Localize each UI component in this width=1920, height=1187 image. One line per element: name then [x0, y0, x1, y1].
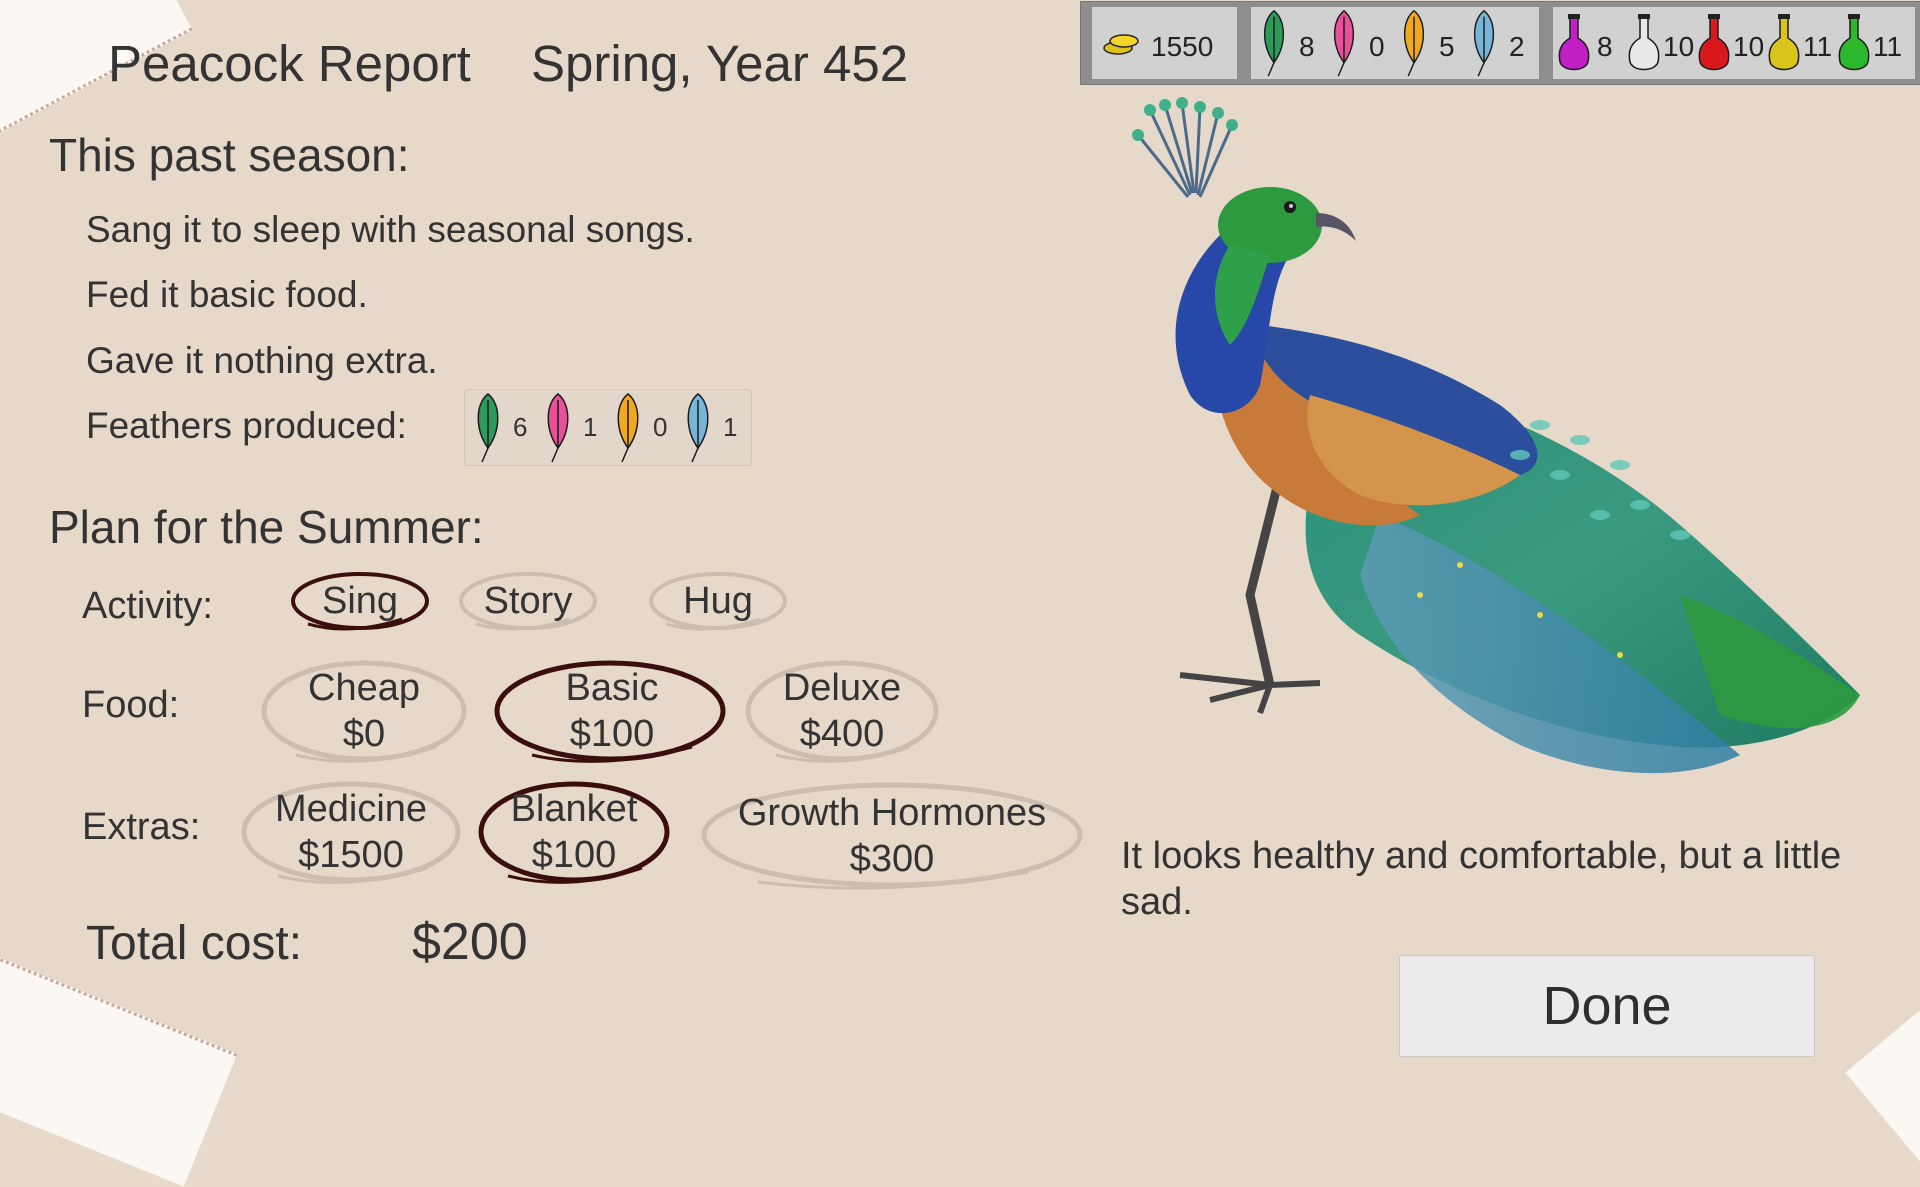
season-label: Spring, Year 452	[531, 35, 909, 92]
potion-stock-white-count: 10	[1663, 31, 1695, 62]
blue-feather-icon	[1473, 9, 1495, 77]
activity-option-sing-label: Sing	[321, 580, 399, 622]
food-option-basic[interactable]: Basic $100	[492, 655, 732, 767]
potion-stock-purple: 8	[1555, 7, 1625, 79]
extras-option-blanket-price: $100	[531, 834, 617, 876]
feather-pink-produced: 1	[541, 390, 597, 465]
gold-coins-icon	[1103, 34, 1139, 55]
feather-stock-pink-count: 0	[1369, 31, 1385, 62]
potion-stock-panel: 8 10 10 11 11	[1553, 7, 1915, 79]
past-activity-line: Sang it to sleep with seasonal songs.	[86, 209, 695, 250]
paper-corner-bottom-right	[1845, 995, 1920, 1165]
yellow-potion-icon	[1768, 14, 1800, 71]
orange-feather-icon	[1403, 9, 1425, 77]
feather-stock-pink: 0	[1327, 7, 1397, 79]
food-option-cheap-price: $0	[342, 713, 386, 755]
food-label: Food:	[82, 684, 180, 726]
food-option-deluxe-price: $400	[799, 713, 885, 755]
potion-stock-green: 11	[1835, 7, 1905, 79]
extras-option-blanket-name: Blanket	[510, 788, 638, 830]
feather-orange-produced-count: 0	[653, 412, 668, 442]
gold-count: 1550	[1151, 31, 1214, 62]
extras-option-medicine-price: $1500	[298, 834, 404, 876]
extras-label: Extras:	[82, 806, 201, 848]
feather-pink-produced-count: 1	[583, 412, 598, 442]
potion-stock-red-count: 10	[1733, 31, 1765, 62]
feather-stock-blue: 2	[1467, 7, 1537, 79]
peacock-illustration	[1120, 95, 1880, 805]
blue-feather-icon	[687, 393, 709, 463]
past-food-line: Fed it basic food.	[86, 274, 368, 315]
feather-stock-green: 8	[1257, 7, 1327, 79]
total-cost-label: Total cost:	[86, 917, 303, 970]
pink-feather-icon	[1333, 9, 1355, 77]
extras-option-medicine-name: Medicine	[274, 788, 428, 830]
past-season-heading: This past season:	[49, 129, 410, 181]
orange-feather-icon	[617, 393, 639, 463]
feather-stock-orange-count: 5	[1439, 31, 1455, 62]
feather-orange-produced: 0	[611, 390, 667, 465]
feather-stock-green-count: 8	[1299, 31, 1315, 62]
food-option-deluxe-name: Deluxe	[782, 667, 902, 709]
report-title: Peacock Report	[108, 35, 471, 92]
extras-option-growth-hormones-name: Growth Hormones	[737, 792, 1047, 834]
activity-option-story[interactable]: Story	[458, 570, 598, 632]
feather-green-produced-count: 6	[513, 412, 528, 442]
feather-blue-produced-count: 1	[723, 412, 738, 442]
feather-green-produced: 6	[471, 390, 527, 465]
activity-label: Activity:	[82, 585, 213, 627]
gold-panel: 1550	[1092, 7, 1237, 79]
paper-corner-bottom-left	[0, 956, 238, 1187]
pink-feather-icon	[547, 393, 569, 463]
purple-potion-icon	[1558, 14, 1590, 71]
food-option-cheap-name: Cheap	[308, 667, 420, 709]
food-option-deluxe[interactable]: Deluxe $400	[744, 655, 940, 767]
extras-option-growth-hormones[interactable]: Growth Hormones $300	[698, 776, 1086, 894]
extras-option-medicine[interactable]: Medicine $1500	[240, 776, 462, 888]
feathers-produced-label: Feathers produced:	[86, 405, 407, 446]
extras-option-growth-hormones-price: $300	[849, 838, 935, 880]
food-option-basic-name: Basic	[565, 667, 659, 709]
potion-stock-red: 10	[1695, 7, 1765, 79]
feather-stock-panel: 8 0 5 2	[1251, 7, 1539, 79]
green-potion-icon	[1838, 14, 1870, 71]
food-option-cheap[interactable]: Cheap $0	[260, 655, 468, 767]
feathers-produced-box: 6 1 0 1	[464, 389, 752, 466]
past-extra-line: Gave it nothing extra.	[86, 340, 438, 381]
green-feather-icon	[477, 393, 499, 463]
total-cost-value: $200	[412, 913, 528, 971]
feather-blue-produced: 1	[681, 390, 737, 465]
potion-stock-white: 10	[1625, 7, 1695, 79]
done-button[interactable]: Done	[1399, 955, 1815, 1057]
resource-bar: 1550 8 0 5 2 8 10 10 11 11	[1080, 1, 1920, 85]
peacock-image	[1132, 97, 1860, 774]
red-potion-icon	[1698, 14, 1730, 71]
feather-stock-orange: 5	[1397, 7, 1467, 79]
plan-heading: Plan for the Summer:	[49, 501, 484, 553]
potion-stock-yellow: 11	[1765, 7, 1835, 79]
food-option-basic-price: $100	[569, 713, 655, 755]
activity-option-hug-label: Hug	[683, 580, 753, 622]
activity-option-hug[interactable]: Hug	[648, 570, 788, 632]
white-potion-icon	[1628, 14, 1660, 71]
activity-option-sing[interactable]: Sing	[290, 570, 430, 632]
potion-stock-yellow-count: 11	[1803, 31, 1833, 62]
activity-option-story-label: Story	[483, 580, 573, 622]
potion-stock-green-count: 11	[1873, 31, 1903, 62]
peacock-status-text: It looks healthy and comfortable, but a …	[1121, 835, 1842, 923]
feather-stock-blue-count: 2	[1509, 31, 1525, 62]
extras-option-blanket[interactable]: Blanket $100	[476, 776, 672, 888]
green-feather-icon	[1263, 9, 1285, 77]
potion-stock-purple-count: 8	[1597, 31, 1613, 62]
